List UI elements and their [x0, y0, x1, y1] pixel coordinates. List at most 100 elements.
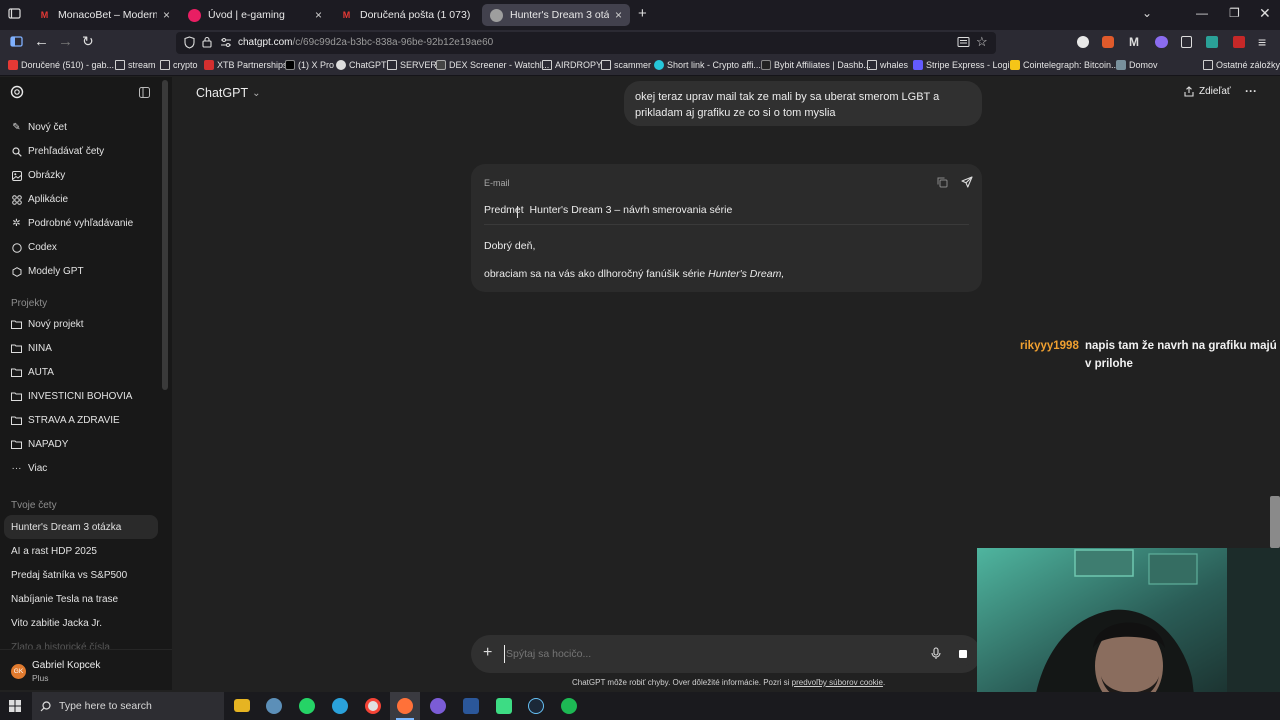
tab-hunters-dream[interactable]: Hunter's Dream 3 otázka ×: [482, 4, 630, 26]
firefox-icon[interactable]: [397, 698, 413, 714]
close-tab-icon[interactable]: ×: [163, 8, 170, 22]
more-options-icon[interactable]: ···: [1245, 84, 1257, 98]
sidebar-item-gpt-models[interactable]: Modely GPT: [11, 266, 84, 277]
sidebar-item-project-investicni-bohovia[interactable]: INVESTICNI BOHOVIA: [11, 391, 132, 402]
bookmark-item[interactable]: Stripe Express - Login: [913, 60, 1015, 70]
site-settings-icon[interactable]: [220, 37, 232, 48]
bybit-icon: [761, 60, 771, 70]
bookmark-item[interactable]: Cointelegraph: Bitcoin...: [1010, 60, 1119, 70]
chevron-down-icon[interactable]: ⌄: [1142, 6, 1152, 20]
sidebar-item-project-strava[interactable]: STRAVA A ZDRAVIE: [11, 415, 120, 426]
chat-item[interactable]: Vito zabitie Jacka Jr.: [11, 618, 102, 629]
prompt-input[interactable]: [504, 645, 904, 663]
reload-icon[interactable]: ↻: [82, 33, 94, 50]
tab-monacobet[interactable]: M MonacoBet – Moderné Onl ×: [30, 4, 178, 26]
sidebar-item-project-auta[interactable]: AUTA: [11, 367, 54, 378]
bookmark-item[interactable]: Bybit Affiliates | Dashb...: [761, 60, 871, 70]
sidebar-item-apps[interactable]: Aplikácie: [11, 194, 68, 205]
file-explorer-icon[interactable]: [234, 699, 250, 712]
tab-gmail-inbox[interactable]: M Doručená pošta (1 073) - wugal: [332, 4, 480, 26]
bookmark-folder[interactable]: stream: [115, 60, 156, 70]
spotify-icon[interactable]: [561, 698, 577, 714]
telegram-icon[interactable]: [332, 698, 348, 714]
whatsapp-icon[interactable]: [299, 698, 315, 714]
windows-start-icon[interactable]: [9, 700, 21, 712]
cookie-preferences-link[interactable]: predvoľby súborov cookie: [792, 678, 883, 687]
account-icon[interactable]: [1077, 36, 1089, 48]
bookmark-folder[interactable]: scammer: [601, 60, 651, 70]
user-profile[interactable]: GK Gabriel Kopcek Plus: [0, 649, 172, 690]
word-icon[interactable]: [463, 698, 479, 714]
sidebar-scrollbar[interactable]: [162, 80, 168, 390]
extension-m-icon[interactable]: M: [1129, 35, 1141, 49]
sidebar-item-images[interactable]: Obrázky: [11, 170, 65, 181]
bookmark-label: AIRDROPY: [555, 60, 603, 70]
extensions-puzzle-icon[interactable]: [1181, 36, 1192, 48]
extension-purple-icon[interactable]: [1155, 36, 1168, 48]
bookmark-item[interactable]: XTB Partnerships: [204, 60, 288, 70]
microphone-icon[interactable]: [931, 647, 941, 660]
bookmark-folder[interactable]: whales: [867, 60, 908, 70]
close-tab-icon[interactable]: ×: [615, 8, 622, 22]
shield-icon[interactable]: [184, 36, 195, 49]
chat-item-active[interactable]: Hunter's Dream 3 otázka: [11, 522, 121, 533]
forward-icon[interactable]: →: [58, 33, 73, 50]
chat-item[interactable]: AI a rast HDP 2025: [11, 546, 97, 557]
openai-logo-icon[interactable]: [10, 85, 24, 99]
copy-icon[interactable]: [937, 177, 948, 188]
bookmark-item[interactable]: Doručené (510) - gab...: [8, 60, 114, 70]
bookmark-folder[interactable]: SERVER: [387, 60, 437, 70]
back-icon[interactable]: ←: [34, 33, 49, 50]
tab-e-gaming[interactable]: Úvod | e-gaming ×: [180, 4, 330, 26]
add-attachment-icon[interactable]: +: [483, 644, 492, 662]
extension-teal-icon[interactable]: [1206, 36, 1218, 48]
model-selector[interactable]: ChatGPT ⌄: [196, 86, 261, 100]
bookmark-item[interactable]: Domov: [1116, 60, 1158, 70]
bookmark-label: stream: [128, 60, 156, 70]
address-bar[interactable]: chatgpt.com/c/69c99d2a-b3bc-838a-96be-92…: [176, 32, 996, 54]
sidebar-item-deep-research[interactable]: ✲ Podrobné vyhľadávanie: [11, 218, 133, 229]
sidebar-toggle-icon[interactable]: [10, 35, 23, 48]
bookmark-star-icon[interactable]: ☆: [976, 34, 988, 50]
lock-icon[interactable]: [202, 36, 212, 48]
extension-fox-icon[interactable]: [1102, 36, 1114, 48]
restore-icon[interactable]: ❐: [1229, 6, 1240, 20]
other-bookmarks[interactable]: Ostatné záložky: [1203, 60, 1280, 70]
chrome-icon[interactable]: [365, 698, 381, 714]
bookmark-folder[interactable]: crypto: [160, 60, 198, 70]
bookmark-item[interactable]: DEX Screener - Watchl...: [436, 60, 549, 70]
bookmark-item[interactable]: Short link - Crypto affi...: [654, 60, 761, 70]
bookmark-label: Cointelegraph: Bitcoin...: [1023, 60, 1119, 70]
android-icon[interactable]: [496, 698, 512, 714]
sidebar-item-project-napady[interactable]: NAPADY: [11, 439, 68, 450]
app-icon[interactable]: [430, 698, 446, 714]
tab-list-icon[interactable]: [8, 7, 21, 20]
bookmark-item[interactable]: ChatGPT: [336, 60, 387, 70]
reader-view-icon[interactable]: [957, 36, 970, 48]
app-icon[interactable]: [266, 698, 282, 714]
sidebar-item-more[interactable]: ··· Viac: [11, 463, 48, 474]
page-scrollbar[interactable]: [1270, 496, 1280, 548]
chat-item[interactable]: Predaj šatníka vs S&P500: [11, 570, 127, 581]
chat-item[interactable]: Nabíjanie Tesla na trase: [11, 594, 118, 605]
sidebar-item-label: Codex: [28, 242, 57, 253]
minimize-icon[interactable]: —: [1196, 6, 1208, 20]
sidebar-item-codex[interactable]: Codex: [11, 242, 57, 253]
close-tab-icon[interactable]: ×: [315, 8, 322, 22]
share-button[interactable]: Zdieľať: [1184, 86, 1231, 97]
menu-icon[interactable]: ≡: [1258, 34, 1266, 50]
sidebar-item-new-project[interactable]: Nový projekt: [11, 319, 84, 330]
close-sidebar-icon[interactable]: [139, 87, 150, 98]
taskbar-search[interactable]: Type here to search: [32, 692, 224, 720]
sidebar-item-search[interactable]: Prehľadávať čety: [11, 146, 104, 157]
steam-icon[interactable]: [528, 698, 544, 714]
bookmark-folder[interactable]: AIRDROPY: [542, 60, 602, 70]
sidebar-item-project-nina[interactable]: NINA: [11, 343, 52, 354]
send-email-icon[interactable]: [961, 176, 973, 188]
close-window-icon[interactable]: ✕: [1259, 5, 1271, 22]
extension-red-icon[interactable]: [1233, 36, 1245, 48]
bookmark-item[interactable]: (1) X Pro: [285, 60, 334, 70]
sidebar-item-new-chat[interactable]: ✎ Nový čet: [11, 122, 67, 133]
new-tab-icon[interactable]: +: [638, 5, 647, 22]
stop-button[interactable]: [951, 642, 975, 666]
